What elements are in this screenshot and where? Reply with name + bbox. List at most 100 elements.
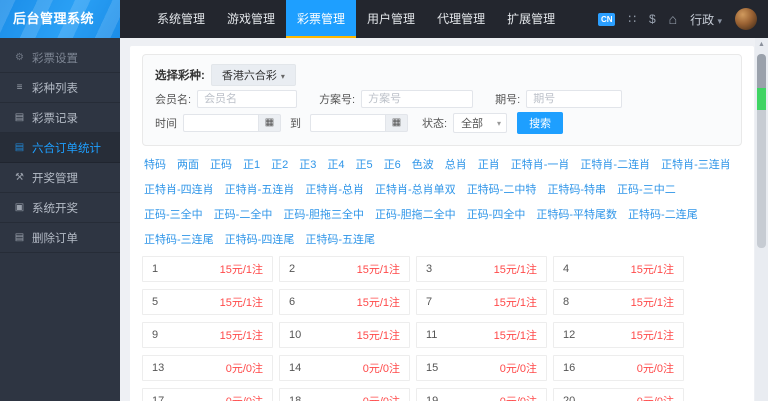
stat-value: 0元/0注 xyxy=(225,363,263,375)
bet-type-link[interactable]: 正码-四全中 xyxy=(467,206,526,222)
scrollbar-thumb-lower[interactable] xyxy=(757,110,766,248)
bet-type-link[interactable]: 正5 xyxy=(356,156,373,172)
bet-type-link[interactable]: 色波 xyxy=(412,156,434,172)
stat-cell: 20 0元/0注 xyxy=(553,388,684,401)
bet-type-link[interactable]: 正3 xyxy=(299,156,316,172)
sidebar-item-icon: ⚒ xyxy=(15,172,24,183)
bet-type-link[interactable]: 正特肖-三连肖 xyxy=(661,156,731,172)
sidebar-item-lottery-type-list[interactable]: ≡ 彩种列表 xyxy=(0,73,120,103)
bet-type-link[interactable]: 正码-胆拖二全中 xyxy=(375,206,456,222)
bet-type-link[interactable]: 正特肖-四连肖 xyxy=(144,181,214,197)
stat-cell: 1 15元/1注 xyxy=(142,256,273,282)
bet-type-link[interactable]: 正4 xyxy=(327,156,344,172)
bet-type-link[interactable]: 正特码-五连尾 xyxy=(305,231,375,247)
period-group: 期号: xyxy=(495,90,623,108)
status-value: 全部 xyxy=(461,118,484,130)
tab-game-management[interactable]: 游戏管理 xyxy=(216,0,286,38)
tab-lottery-management[interactable]: 彩票管理 xyxy=(286,0,357,38)
bet-type-link[interactable]: 总肖 xyxy=(445,156,467,172)
scrollbar[interactable]: ▲ xyxy=(755,38,768,401)
stat-cell: 12 15元/1注 xyxy=(553,322,684,348)
home-icon[interactable]: ⌂ xyxy=(669,12,677,26)
lottery-type-dropdown[interactable]: 香港六合彩 ▾ xyxy=(210,64,296,86)
stat-cell: 7 15元/1注 xyxy=(416,289,547,315)
period-label: 期号: xyxy=(495,94,521,106)
sidebar-item-lottery-settings[interactable]: ⚙ 彩票设置 xyxy=(0,43,120,73)
tab-extension-management[interactable]: 扩展管理 xyxy=(496,0,566,38)
time-start-input[interactable] xyxy=(183,114,259,132)
stat-cell: 14 0元/0注 xyxy=(279,355,410,381)
stat-number: 13 xyxy=(152,362,165,374)
top-bar: 后台管理系统 系统管理 游戏管理 彩票管理 用户管理 代理管理 扩展管理 CN … xyxy=(0,0,768,38)
calendar-icon[interactable]: ▦ xyxy=(259,114,281,132)
bet-type-link[interactable]: 正特码-二连尾 xyxy=(628,206,698,222)
scroll-up-icon[interactable]: ▲ xyxy=(755,41,768,48)
app-logo: 后台管理系统 xyxy=(0,0,120,38)
bet-type-link[interactable]: 正特肖-总肖 xyxy=(305,181,364,197)
sidebar-item-marksix-order-stats[interactable]: ▤ 六合订单统计 xyxy=(0,133,120,163)
chevron-down-icon: ▾ xyxy=(717,15,722,26)
bet-type-link[interactable]: 特码 xyxy=(144,156,166,172)
dollar-icon[interactable]: $ xyxy=(649,13,656,25)
search-button[interactable]: 搜索 xyxy=(517,112,564,134)
stat-value: 15元/1注 xyxy=(219,330,263,342)
content-panel: 选择彩种: 香港六合彩▾ 会员名: 方案号: 期号: xyxy=(130,46,754,401)
status-select[interactable]: 全部 ▾ xyxy=(453,113,508,133)
stat-value: 0元/0注 xyxy=(637,393,674,401)
member-label: 会员名: xyxy=(155,94,192,106)
plan-group: 方案号: xyxy=(319,90,474,108)
bet-type-link[interactable]: 正码-三中二 xyxy=(617,181,676,197)
status-label: 状态: xyxy=(422,118,448,130)
bet-type-link[interactable]: 正2 xyxy=(271,156,288,172)
scrollbar-thumb[interactable] xyxy=(757,54,766,88)
bet-type-link[interactable]: 正码-三全中 xyxy=(144,206,203,222)
bet-type-link[interactable]: 正特肖-总肖单双 xyxy=(375,181,456,197)
group-icon[interactable]: ∷ xyxy=(628,13,636,25)
avatar[interactable] xyxy=(735,8,757,30)
stat-cell: 17 0元/0注 xyxy=(142,388,273,401)
period-input[interactable] xyxy=(526,90,623,108)
bet-type-link[interactable]: 正码-二全中 xyxy=(214,206,273,222)
stat-cell: 4 15元/1注 xyxy=(553,256,684,282)
time-end-input[interactable] xyxy=(310,114,386,132)
bet-type-link[interactable]: 正特码-特串 xyxy=(547,181,606,197)
bet-type-link[interactable]: 正特码-四连尾 xyxy=(225,231,295,247)
stat-value: 0元/0注 xyxy=(499,363,537,375)
tab-user-management[interactable]: 用户管理 xyxy=(356,0,426,38)
stat-value: 15元/1注 xyxy=(356,330,400,342)
tab-system-management[interactable]: 系统管理 xyxy=(146,0,216,38)
user-menu[interactable]: 行政 ▾ xyxy=(690,11,722,28)
tab-agent-management[interactable]: 代理管理 xyxy=(426,0,496,38)
stat-value: 15元/1注 xyxy=(219,264,263,276)
bet-type-link[interactable]: 正肖 xyxy=(478,156,500,172)
bet-type-link[interactable]: 正码-胆拖三全中 xyxy=(283,206,364,222)
bet-type-link[interactable]: 正特肖-五连肖 xyxy=(225,181,295,197)
language-badge-icon[interactable]: CN xyxy=(598,12,616,26)
sidebar-item-draw-management[interactable]: ⚒ 开奖管理 xyxy=(0,163,120,193)
stat-number: 3 xyxy=(426,263,433,275)
plan-input[interactable] xyxy=(361,90,474,108)
sidebar-item-lottery-records[interactable]: ▤ 彩票记录 xyxy=(0,103,120,133)
bet-type-link[interactable]: 正特肖-二连肖 xyxy=(580,156,650,172)
bet-type-link[interactable]: 正6 xyxy=(384,156,401,172)
bet-type-link[interactable]: 正特肖-一肖 xyxy=(511,156,570,172)
member-input[interactable] xyxy=(197,90,298,108)
stat-value: 15元/1注 xyxy=(493,297,537,309)
stat-number: 4 xyxy=(563,263,570,275)
bet-type-link[interactable]: 正码 xyxy=(210,156,232,172)
stat-value: 15元/1注 xyxy=(493,330,537,342)
bet-type-link[interactable]: 两面 xyxy=(177,156,199,172)
bet-type-link[interactable]: 正1 xyxy=(243,156,260,172)
bet-type-link[interactable]: 正特码-二中特 xyxy=(467,181,537,197)
stat-number: 2 xyxy=(289,263,296,275)
stat-cell: 2 15元/1注 xyxy=(279,256,410,282)
sidebar-item-icon: ≡ xyxy=(16,82,23,93)
sidebar-item-system-draw[interactable]: ▣ 系统开奖 xyxy=(0,193,120,223)
calendar-icon[interactable]: ▦ xyxy=(386,114,408,132)
stat-number: 16 xyxy=(563,362,576,374)
stat-number: 6 xyxy=(289,296,296,308)
scrollbar-marker xyxy=(757,88,766,110)
bet-type-link[interactable]: 正特码-平特尾数 xyxy=(536,206,617,222)
bet-type-link[interactable]: 正特码-三连尾 xyxy=(144,231,214,247)
sidebar-item-delete-orders[interactable]: ▤ 删除订单 xyxy=(0,223,120,253)
